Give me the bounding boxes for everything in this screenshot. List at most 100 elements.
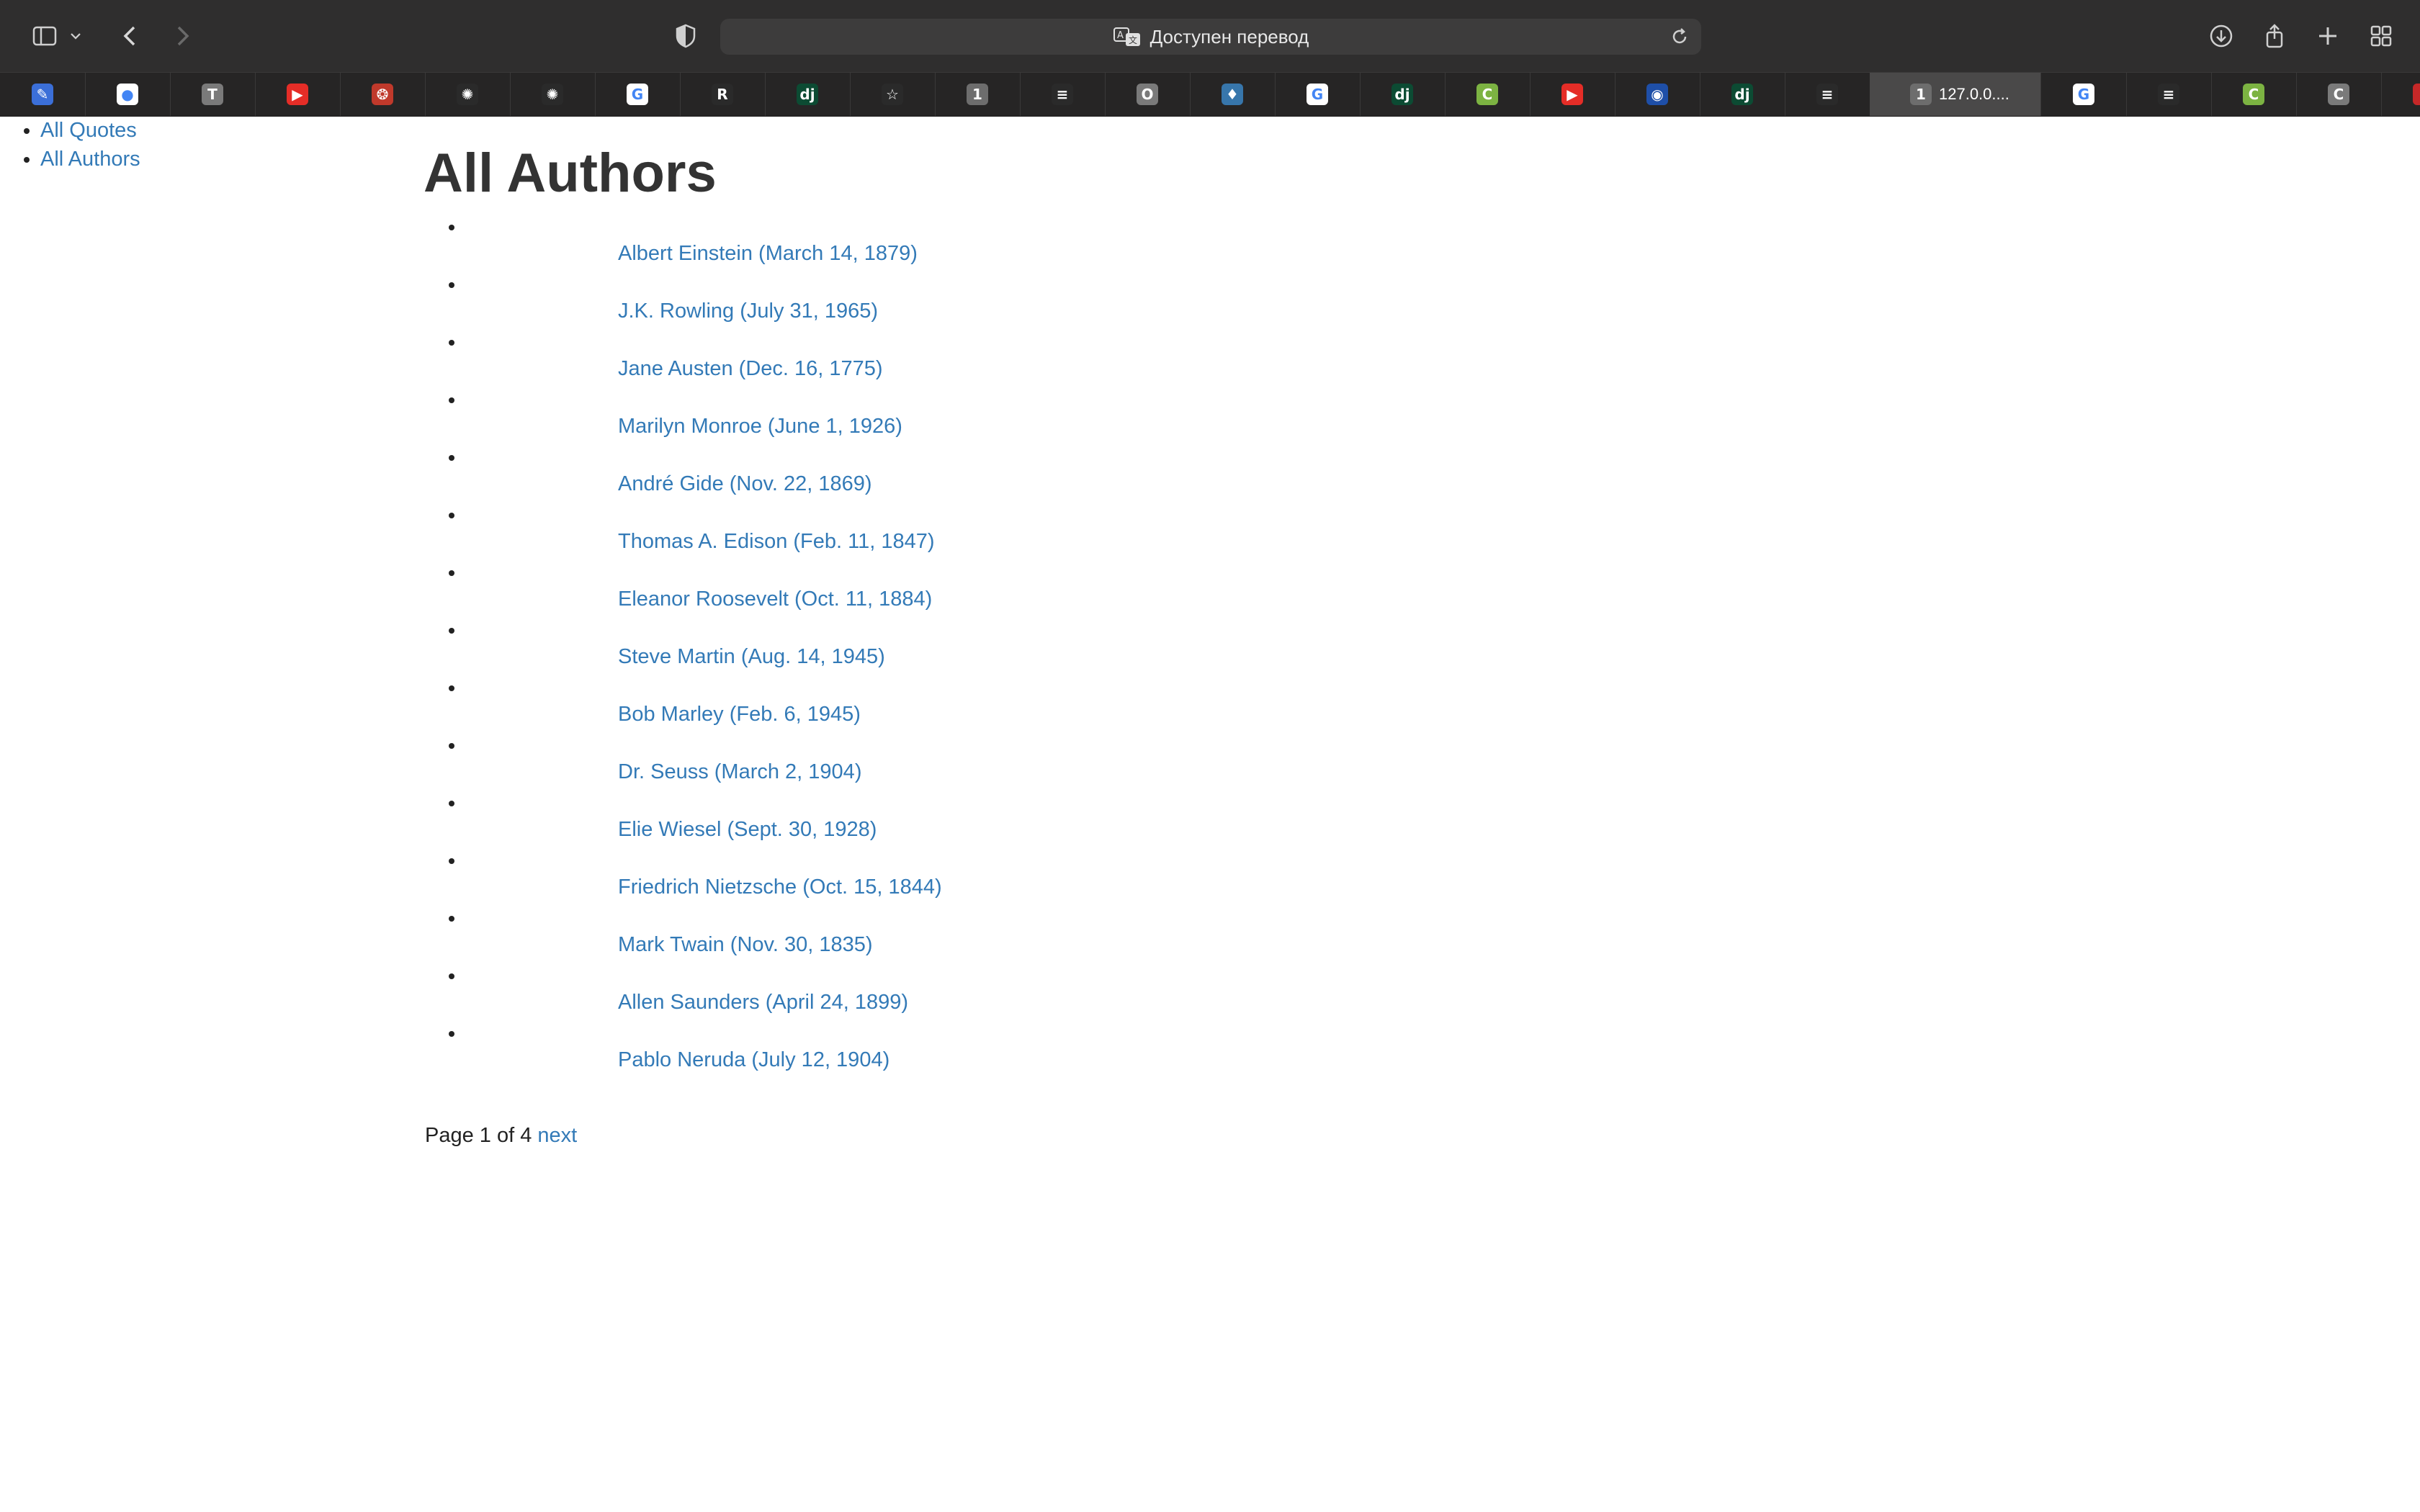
author-link[interactable]: J.K. Rowling (July 31, 1965) [618, 300, 878, 323]
tab-bar: ✎ ● T ▶ ❂ ✺ ✺ G Rdj ☆ 1 ≡ O ♦ Gdj C ▶ ◉ dj ≡ 1 127.0.0.... G ≡ C… [0, 72, 2420, 117]
tab-4[interactable]: ❂ [340, 73, 426, 116]
t-icon: T [202, 84, 223, 105]
reload-icon[interactable] [1668, 25, 1691, 48]
list-item: Thomas A. Edison (Feb. 11, 1847) [465, 503, 1474, 561]
back-icon[interactable] [114, 19, 148, 53]
chevron-down-icon[interactable] [65, 19, 86, 53]
github-icon: ● [117, 84, 138, 105]
tab-8[interactable]: R [680, 73, 766, 116]
tab-7[interactable]: G [595, 73, 681, 116]
author-link[interactable]: Jane Austen (Dec. 16, 1775) [618, 357, 883, 381]
tab-active[interactable]: 1 127.0.0.... [1870, 73, 2041, 116]
tab-after-4[interactable]: ? [2381, 73, 2420, 116]
author-link[interactable]: André Gide (Nov. 22, 1869) [618, 472, 872, 496]
tab-12[interactable]: ≡ [1020, 73, 1106, 116]
author-link[interactable]: Mark Twain (Nov. 30, 1835) [618, 933, 873, 957]
author-link[interactable]: Steve Martin (Aug. 14, 1945) [618, 645, 885, 669]
tab-after-3[interactable]: C [2296, 73, 2382, 116]
page-indicator: Page 1 of 4 [425, 1124, 532, 1147]
tab-14[interactable]: ♦ [1190, 73, 1276, 116]
youtube-icon: ▶ [1561, 84, 1583, 105]
re-icon: R [712, 84, 733, 105]
tab-5[interactable]: ✺ [425, 73, 511, 116]
all-quotes-link[interactable]: All Quotes [40, 119, 137, 142]
author-link[interactable]: Thomas A. Edison (Feb. 11, 1847) [618, 530, 935, 554]
next-page-link[interactable]: next [537, 1124, 577, 1147]
translate-icon[interactable]: A文 [1113, 26, 1142, 48]
tab-21[interactable]: ≡ [1785, 73, 1870, 116]
list-item: Bob Marley (Feb. 6, 1945) [465, 676, 1474, 734]
nav-item-quotes: All Quotes [40, 116, 140, 145]
active-tab-label: 127.0.0.... [1939, 85, 2009, 103]
tab-11[interactable]: 1 [935, 73, 1021, 116]
tab-after-2[interactable]: C [2211, 73, 2297, 116]
author-link[interactable]: Dr. Seuss (March 2, 1904) [618, 760, 861, 784]
tab-after-0[interactable]: G [2041, 73, 2127, 116]
list-item: Elie Wiesel (Sept. 30, 1928) [465, 791, 1474, 849]
tab-overview-icon[interactable] [2364, 19, 2398, 53]
tab-20[interactable]: dj [1700, 73, 1785, 116]
stackoverflow-icon: ≡ [1816, 84, 1838, 105]
globe-icon: ◉ [1646, 84, 1668, 105]
tab-13[interactable]: O [1105, 73, 1191, 116]
nav-item-authors: All Authors [40, 145, 140, 174]
c-green-icon: C [2243, 84, 2264, 105]
author-link[interactable]: Allen Saunders (April 24, 1899) [618, 991, 908, 1014]
number-one-icon: 1 [1910, 84, 1932, 105]
tab-after-1[interactable]: ≡ [2126, 73, 2212, 116]
author-link[interactable]: Elie Wiesel (Sept. 30, 1928) [618, 818, 877, 842]
pagination: Page 1 of 4 next [425, 1124, 577, 1148]
django-icon: dj [1731, 84, 1753, 105]
question-icon: ? [2413, 84, 2420, 105]
author-link[interactable]: Pablo Neruda (July 12, 1904) [618, 1048, 889, 1072]
red-logo-icon: ❂ [372, 84, 393, 105]
tab-17[interactable]: C [1445, 73, 1531, 116]
share-icon[interactable] [2257, 19, 2292, 53]
authors-list: Albert Einstein (March 14, 1879) J.K. Row… [424, 215, 1474, 1079]
author-link[interactable]: Eleanor Roosevelt (Oct. 11, 1884) [618, 588, 932, 611]
tab-16[interactable]: dj [1360, 73, 1446, 116]
forward-icon[interactable] [164, 19, 199, 53]
site-nav: All Quotes All Authors [0, 116, 140, 174]
o-icon: O [1137, 84, 1158, 105]
google-icon: G [627, 84, 648, 105]
author-link[interactable]: Bob Marley (Feb. 6, 1945) [618, 703, 861, 726]
privacy-shield-icon[interactable] [668, 19, 703, 53]
author-link[interactable]: Albert Einstein (March 14, 1879) [618, 242, 918, 266]
google-icon: G [1307, 84, 1328, 105]
openai-icon: ✺ [457, 84, 478, 105]
tab-9[interactable]: dj [765, 73, 851, 116]
address-text: Доступен перевод [1150, 25, 1309, 48]
page-content: All Quotes All Authors All Authors Alber… [0, 116, 2420, 1512]
author-link[interactable]: Friedrich Nietzsche (Oct. 15, 1844) [618, 876, 942, 899]
list-item: Marilyn Monroe (June 1, 1926) [465, 388, 1474, 446]
star-icon: ☆ [882, 84, 903, 105]
tab-3[interactable]: ▶ [255, 73, 341, 116]
browser-toolbar: A文 Доступен перевод [0, 0, 2420, 72]
tab-15[interactable]: G [1275, 73, 1361, 116]
address-bar[interactable]: A文 Доступен перевод [720, 19, 1701, 55]
list-item: Allen Saunders (April 24, 1899) [465, 964, 1474, 1022]
google-icon: G [2073, 84, 2094, 105]
list-item: Friedrich Nietzsche (Oct. 15, 1844) [465, 849, 1474, 906]
all-authors-link[interactable]: All Authors [40, 148, 140, 171]
tab-10[interactable]: ☆ [850, 73, 936, 116]
author-link[interactable]: Marilyn Monroe (June 1, 1926) [618, 415, 902, 438]
youtube-icon: ▶ [287, 84, 308, 105]
downloads-icon[interactable] [2204, 19, 2238, 53]
list-item: Jane Austen (Dec. 16, 1775) [465, 330, 1474, 388]
number-one-icon: 1 [967, 84, 988, 105]
tab-18[interactable]: ▶ [1530, 73, 1615, 116]
tab-6[interactable]: ✺ [510, 73, 596, 116]
page-title: All Authors [424, 143, 717, 204]
list-item: André Gide (Nov. 22, 1869) [465, 446, 1474, 503]
list-item: Dr. Seuss (March 2, 1904) [465, 734, 1474, 791]
tab-1[interactable]: ● [85, 73, 171, 116]
tab-2[interactable]: T [170, 73, 256, 116]
stackoverflow-icon: ≡ [1052, 84, 1073, 105]
svg-text:文: 文 [1129, 35, 1137, 45]
tab-0[interactable]: ✎ [0, 73, 86, 116]
sidebar-toggle-icon[interactable] [27, 19, 62, 53]
tab-19[interactable]: ◉ [1615, 73, 1700, 116]
new-tab-icon[interactable] [2311, 19, 2345, 53]
